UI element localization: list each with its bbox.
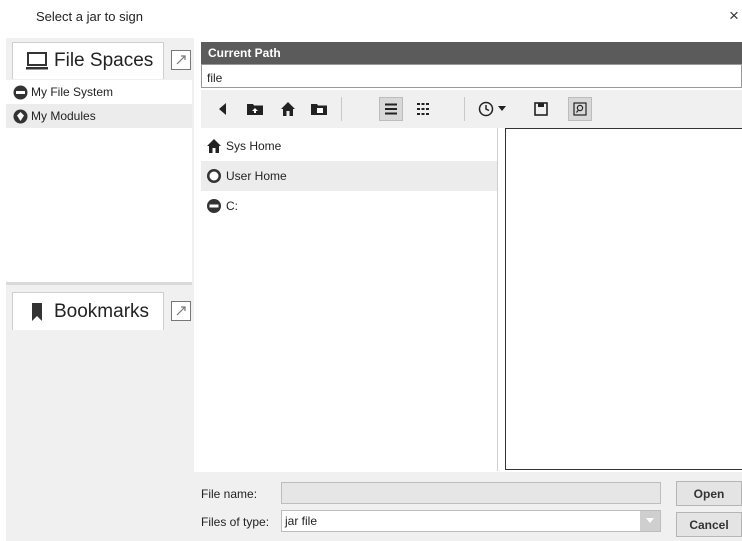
home-icon <box>206 138 222 154</box>
list-item-label: My File System <box>31 85 114 99</box>
new-folder-icon <box>311 104 327 115</box>
files-of-type-select[interactable]: jar file <box>281 510 661 532</box>
tree-item-label: User Home <box>226 169 287 183</box>
bookmark-icon <box>26 301 48 323</box>
home-icon <box>281 102 295 116</box>
tree-item-user-home[interactable]: User Home <box>201 161 497 191</box>
drive-icon <box>206 198 222 214</box>
monitor-icon <box>26 50 48 72</box>
toolbar-separator <box>341 97 342 121</box>
file-spaces-label: File Spaces <box>54 50 154 71</box>
close-icon[interactable]: × <box>726 6 742 26</box>
history-icon <box>478 101 494 117</box>
search-button[interactable] <box>568 97 592 121</box>
file-spaces-expand-button[interactable] <box>171 50 191 70</box>
history-dropdown-icon <box>498 106 506 111</box>
details-view-icon <box>417 103 429 115</box>
file-name-label: File name: <box>201 487 258 501</box>
file-space-my-file-system[interactable]: My File System <box>6 80 192 104</box>
home-button[interactable] <box>276 97 300 121</box>
file-spaces-list: My File System My Modules <box>6 80 192 285</box>
back-icon <box>219 103 226 115</box>
search-icon <box>573 102 587 116</box>
list-view-button[interactable] <box>379 97 403 121</box>
files-of-type-dropdown-button[interactable] <box>640 511 660 531</box>
new-folder-button[interactable] <box>307 97 331 121</box>
bookmarks-expand-button[interactable] <box>171 301 191 321</box>
chevron-down-icon <box>646 518 654 523</box>
current-path-input[interactable] <box>201 64 742 88</box>
expand-icon <box>176 55 186 65</box>
folder-up-icon <box>247 104 263 115</box>
save-icon <box>534 102 548 116</box>
tree-item-sys-home[interactable]: Sys Home <box>201 131 497 161</box>
toolbar <box>201 90 742 128</box>
toolbar-separator <box>464 97 465 121</box>
window-title: Select a jar to sign <box>36 9 143 24</box>
list-item-label: My Modules <box>31 109 96 123</box>
file-list-pane[interactable] <box>505 128 742 470</box>
location-tree: Sys Home User Home C: <box>201 128 498 471</box>
file-space-my-modules[interactable]: My Modules <box>6 104 192 128</box>
history-dropdown-button[interactable] <box>495 97 509 121</box>
file-name-input[interactable] <box>281 482 661 504</box>
bookmarks-tab[interactable]: Bookmarks <box>12 292 164 330</box>
bookmarks-label: Bookmarks <box>54 300 150 322</box>
bookmarks-list <box>6 330 192 541</box>
expand-icon <box>176 306 186 316</box>
drive-icon <box>12 84 28 100</box>
tree-item-c-drive[interactable]: C: <box>201 191 497 221</box>
tree-item-label: C: <box>226 199 238 213</box>
list-view-icon <box>385 103 397 115</box>
current-path-header: Current Path <box>201 42 742 64</box>
back-button[interactable] <box>211 97 235 121</box>
tree-item-label: Sys Home <box>226 139 282 153</box>
open-button[interactable]: Open <box>676 481 742 506</box>
details-view-button[interactable] <box>411 97 435 121</box>
cancel-button[interactable]: Cancel <box>676 512 742 537</box>
user-home-icon <box>206 168 222 184</box>
save-button[interactable] <box>529 97 553 121</box>
files-of-type-label: Files of type: <box>201 515 270 529</box>
file-spaces-tab[interactable]: File Spaces <box>12 42 164 79</box>
folder-up-button[interactable] <box>243 97 267 121</box>
modules-icon <box>12 108 28 124</box>
